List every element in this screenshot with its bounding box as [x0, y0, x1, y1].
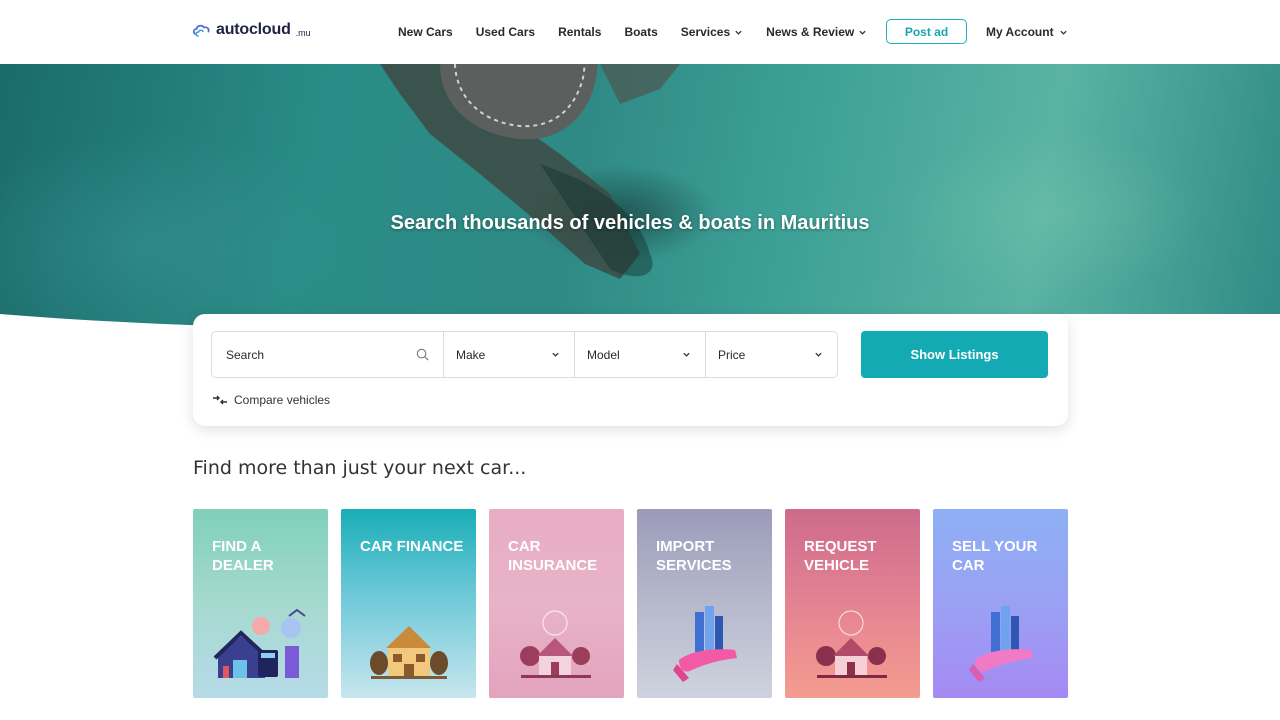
show-listings-button[interactable]: Show Listings: [861, 331, 1048, 378]
site-logo[interactable]: autocloud .mu: [192, 20, 311, 40]
chevron-down-icon: [683, 352, 690, 357]
card-car-insurance[interactable]: Car Insurance: [489, 509, 624, 698]
compare-vehicles-link[interactable]: Compare vehicles: [212, 393, 330, 407]
hero-title: Search thousands of vehicles & boats in …: [390, 212, 870, 234]
card-label: Car Finance: [360, 538, 464, 555]
card-label: Sell your car: [952, 538, 1038, 574]
card-label: Find a Dealer: [212, 538, 274, 574]
chevron-down-icon: [552, 352, 559, 357]
nav-label: New Cars: [398, 25, 453, 39]
chevron-down-icon: [1059, 30, 1067, 35]
chevron-down-icon: [735, 30, 742, 35]
card-label: Request Vehicle: [804, 538, 877, 574]
nav-label: Boats: [624, 25, 658, 39]
house-illustration-icon: [370, 626, 448, 679]
price-label: Price: [718, 347, 746, 362]
search-input[interactable]: Search: [212, 332, 444, 377]
nav-label: Used Cars: [475, 25, 536, 39]
hand-building-illustration-icon: [673, 606, 737, 682]
account-label: My Account: [986, 25, 1054, 39]
nav-label: Services: [680, 25, 731, 39]
card-import-services[interactable]: Import Services: [637, 509, 772, 698]
model-label: Model: [587, 347, 620, 362]
nav-rentals[interactable]: Rentals: [558, 25, 601, 39]
card-car-finance[interactable]: Car Finance: [341, 509, 476, 698]
hand-building-illustration-icon: [969, 606, 1033, 682]
nav-label: News & Review: [766, 25, 855, 39]
price-select[interactable]: Price: [706, 332, 837, 377]
search-fields: Search Make Model Price: [211, 331, 838, 378]
nav-services[interactable]: Services: [681, 25, 743, 39]
post-ad-button[interactable]: Post ad: [886, 19, 967, 44]
search-icon: [416, 348, 429, 361]
site-header: autocloud .mu New Cars Used Cars Rentals…: [0, 0, 1280, 64]
nav-new-cars[interactable]: New Cars: [398, 25, 453, 39]
nav-boats[interactable]: Boats: [624, 25, 657, 39]
search-placeholder: Search: [226, 347, 265, 362]
insured-house-illustration-icon: [520, 610, 591, 678]
house-illustration-icon: [816, 610, 887, 678]
section-title: Find more than just your next car...: [193, 457, 527, 479]
logo-text: autocloud: [216, 21, 291, 38]
nav-news-review[interactable]: News & Review: [766, 25, 867, 39]
model-select[interactable]: Model: [575, 332, 706, 377]
logo-suffix: .mu: [295, 27, 311, 38]
chevron-down-icon: [859, 30, 866, 35]
my-account-menu[interactable]: My Account: [986, 0, 1068, 64]
card-label: Import Services: [656, 538, 732, 574]
main-nav: New Cars Used Cars Rentals Boats Service…: [398, 0, 890, 64]
dealer-illustration-icon: [213, 608, 306, 678]
cloud-logo-icon: [192, 24, 210, 37]
make-label: Make: [456, 347, 486, 362]
nav-used-cars[interactable]: Used Cars: [476, 25, 535, 39]
nav-label: Rentals: [558, 25, 602, 39]
card-label: Car Insurance: [508, 538, 598, 574]
search-panel: Search Make Model Price Show Listings Co…: [193, 314, 1068, 426]
make-select[interactable]: Make: [444, 332, 575, 377]
compare-arrows-icon: [213, 395, 227, 405]
compare-label: Compare vehicles: [234, 393, 331, 407]
chevron-down-icon: [815, 352, 822, 357]
card-request-vehicle[interactable]: Request Vehicle: [785, 509, 920, 698]
card-find-a-dealer[interactable]: Find a Dealer: [193, 509, 328, 698]
card-sell-your-car[interactable]: Sell your car: [933, 509, 1068, 698]
